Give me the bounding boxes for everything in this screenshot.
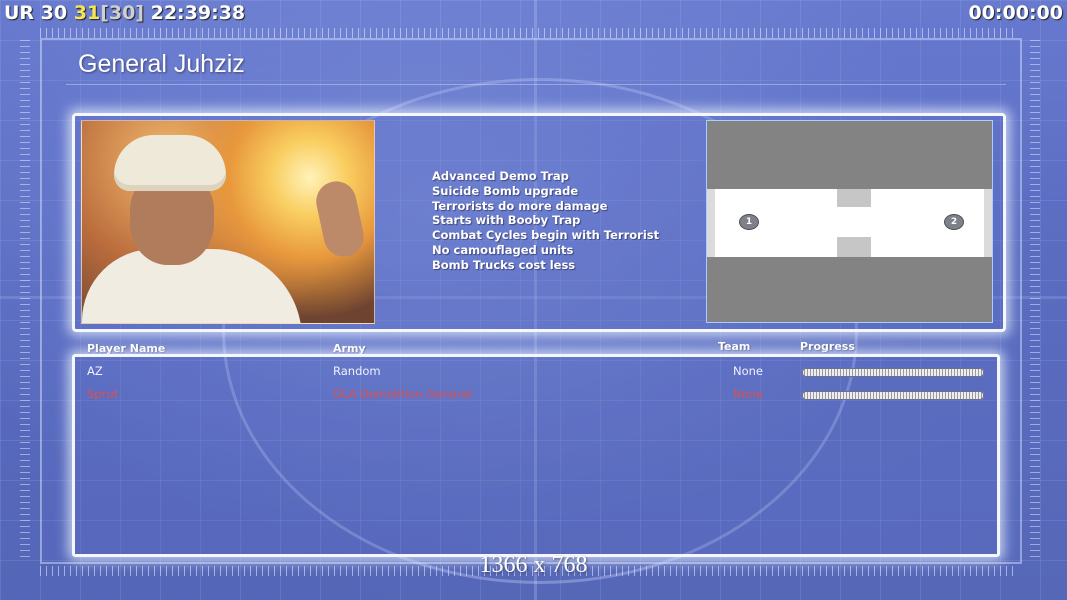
player-team: None (733, 387, 764, 401)
start-position-2-marker: 2 (945, 215, 963, 229)
player-name: AZ (87, 364, 103, 378)
general-title: General Juhziz (78, 50, 245, 78)
ruler-left (20, 40, 30, 560)
trait-item: Terrorists do more damage (432, 198, 608, 213)
player-row: Sprut GLA Demolition General None (75, 384, 997, 404)
hud-timer: 00:00:00 (968, 2, 1063, 24)
map-edge-right (984, 189, 992, 257)
map-choke-bottom (837, 237, 871, 257)
map-edge-left (707, 189, 715, 257)
header-team: Team (718, 340, 751, 353)
hud-fps-value: 31 (73, 2, 101, 24)
portrait-turban (114, 135, 226, 191)
player-team: None (733, 364, 764, 378)
trait-item: Starts with Booby Trap (432, 213, 581, 228)
hud-clock: 22:39:38 (144, 2, 246, 24)
ruler-right (1030, 40, 1040, 560)
player-row: AZ Random None (75, 361, 997, 381)
start-position-1-marker: 1 (740, 215, 758, 229)
general-portrait (81, 120, 375, 324)
player-progress-bar (802, 368, 984, 377)
player-army: Random (333, 364, 381, 378)
general-info-panel: Advanced Demo Trap Suicide Bomb upgrade … (72, 113, 1006, 332)
hud-prefix: UR 30 (4, 2, 74, 24)
ruler-top (40, 28, 1018, 38)
hud-fps-clock: UR 30 31[30] 22:39:38 (4, 2, 245, 24)
player-progress-bar (802, 391, 984, 400)
player-name: Sprut (87, 387, 119, 401)
general-traits-list: Advanced Demo Trap Suicide Bomb upgrade … (432, 169, 659, 273)
trait-item: Combat Cycles begin with Terrorist (432, 228, 660, 243)
trait-item: Bomb Trucks cost less (432, 257, 576, 272)
resolution-label: 1366 x 768 (479, 552, 588, 578)
player-army: GLA Demolition General (333, 387, 472, 401)
map-preview: 1 2 (706, 120, 993, 323)
trait-item: Suicide Bomb upgrade (432, 183, 579, 198)
hud-fps-bracket: [30] (100, 2, 144, 24)
players-table: AZ Random None Sprut GLA Demolition Gene… (72, 354, 1000, 557)
portrait-hand (312, 177, 368, 261)
trait-item: Advanced Demo Trap (432, 169, 569, 183)
title-bar: General Juhziz (66, 46, 1006, 85)
header-progress: Progress (800, 340, 855, 353)
map-choke-top (837, 189, 871, 207)
trait-item: No camouflaged units (432, 242, 574, 257)
